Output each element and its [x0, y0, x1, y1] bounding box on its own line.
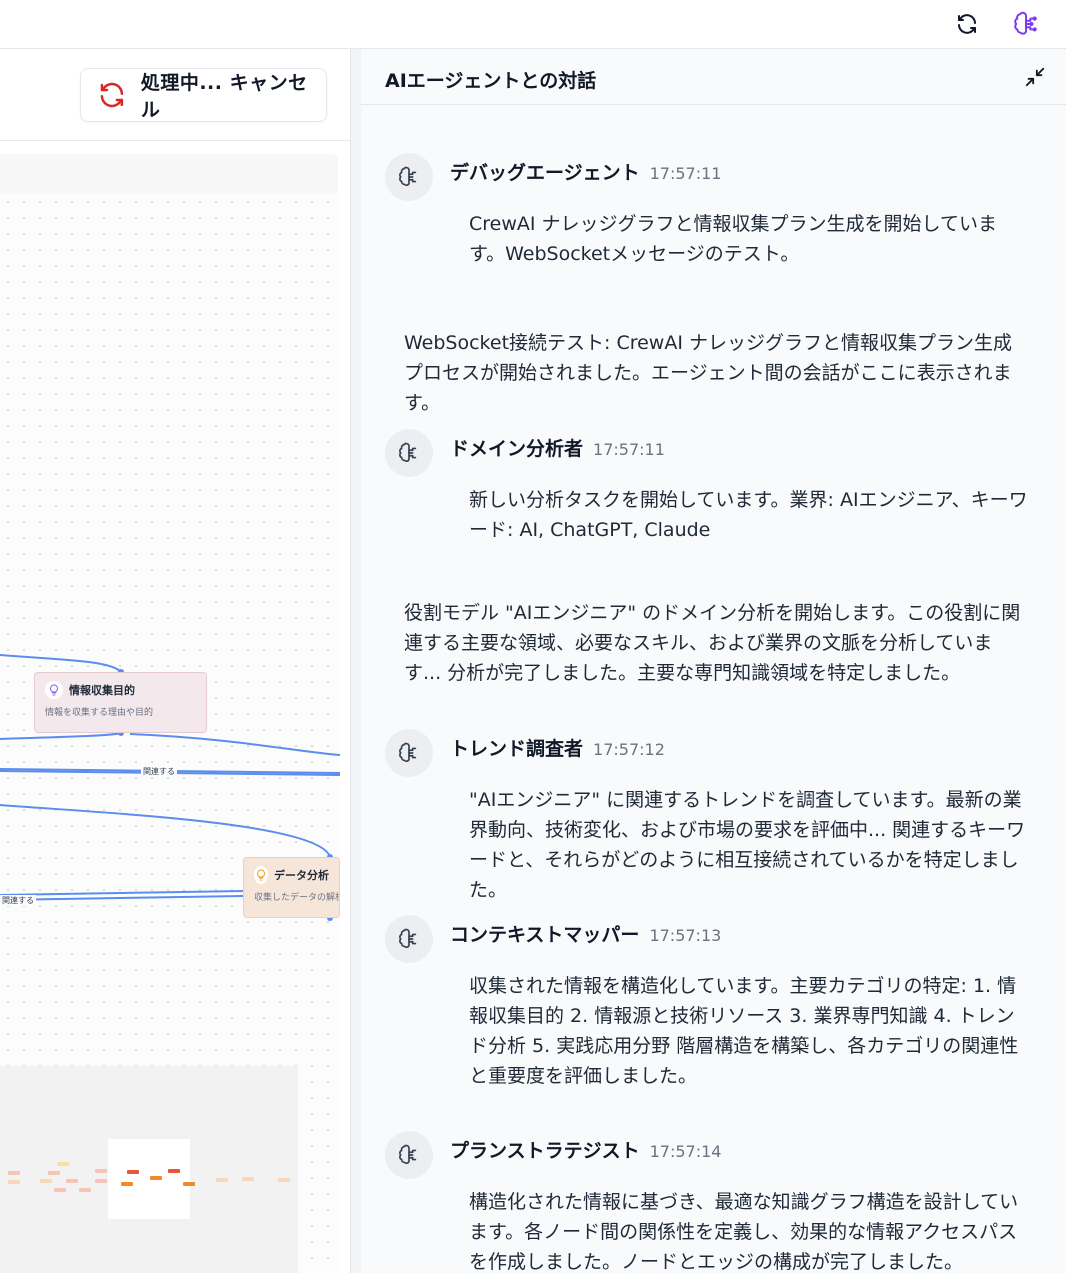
message-sender: トレンド調査者 — [450, 738, 584, 760]
graph-node-info-purpose[interactable]: 情報収集目的 情報を収集する理由や目的 — [34, 672, 207, 733]
minimap-node — [57, 1162, 69, 1166]
minimap-node — [79, 1188, 91, 1192]
message-sender: デバッグエージェント — [450, 162, 640, 184]
message-sender: ドメイン分析者 — [450, 438, 584, 460]
cancel-processing-button[interactable]: 処理中... キャンセル — [80, 68, 327, 122]
refresh-button[interactable] — [949, 6, 985, 42]
agent-avatar — [385, 729, 433, 777]
graph-panel-header: 処理中... キャンセル — [0, 49, 350, 141]
minimap-node — [95, 1169, 107, 1173]
message-text: 新しい分析タスクを開始しています。業界: AIエンジニア、キーワード: AI, … — [469, 489, 1028, 541]
minimap-node — [48, 1171, 60, 1175]
minimap-node — [150, 1176, 162, 1180]
minimize-icon — [1025, 67, 1045, 87]
minimap-node — [216, 1178, 228, 1182]
top-bar — [0, 0, 1066, 49]
lightbulb-icon — [45, 681, 63, 699]
system-message-text: WebSocket接続テスト: CrewAI ナレッジグラフと情報収集プラン生成… — [404, 332, 1012, 414]
cancel-processing-label: 処理中... キャンセル — [140, 72, 308, 121]
agent-avatar — [385, 153, 433, 201]
agent-avatar — [385, 915, 433, 963]
minimap-node — [168, 1169, 180, 1173]
agent-avatar — [385, 429, 433, 477]
panel-resize-handle[interactable] — [350, 49, 361, 1273]
minimap-node — [8, 1180, 20, 1184]
message-text: "AIエンジニア" に関連するトレンドを調査しています。最新の業界動向、技術変化… — [469, 789, 1026, 901]
agent-avatar — [385, 1131, 433, 1179]
graph-edge — [0, 890, 244, 896]
node-title: 情報収集目的 — [69, 684, 135, 697]
system-message-text: 役割モデル "AIエンジニア" のドメイン分析を開始します。この役割に関連する主… — [404, 602, 1021, 684]
minimap-node — [40, 1179, 52, 1183]
node-description: 情報を収集する理由や目的 — [45, 708, 154, 718]
graph-edge — [0, 895, 244, 901]
minimap-node — [183, 1182, 195, 1186]
minimap-node — [278, 1178, 290, 1182]
loading-spinner-icon — [100, 82, 124, 108]
chat-header: AIエージェントとの対話 — [361, 49, 1066, 105]
minimap-node — [66, 1179, 78, 1183]
agent-chat-toggle-button[interactable] — [1008, 6, 1044, 42]
graph-node-data-analysis[interactable]: データ分析 収集したデータの解析と — [243, 857, 340, 918]
refresh-icon — [958, 14, 976, 34]
message-sender: プランストラテジスト — [450, 1140, 640, 1162]
message-sender: コンテキストマッパー — [450, 924, 640, 946]
message-time: 17:57:13 — [649, 926, 722, 945]
brain-circuit-icon — [399, 928, 417, 949]
minimap-node — [54, 1188, 66, 1192]
graph-edge — [0, 732, 122, 740]
agent-chat-panel: AIエージェントとの対話 デバッグエージェント 17:57:11 CrewAI ナ… — [361, 49, 1066, 1273]
minimap-node — [121, 1182, 133, 1186]
message-time: 17:57:14 — [649, 1142, 722, 1161]
minimap-node — [127, 1170, 139, 1174]
graph-edge — [0, 654, 122, 673]
node-description: 収集したデータの解析と — [254, 893, 339, 903]
edge-label: 関連する — [141, 766, 177, 777]
minimap-viewport[interactable] — [108, 1139, 190, 1219]
graph-edge — [129, 733, 340, 756]
graph-canvas[interactable]: 関連する 関連する 情報収集目的 情報を収集する理由や目的 データ分析 収集した… — [0, 194, 340, 1273]
brain-circuit-icon — [399, 166, 417, 187]
collapse-chat-button[interactable] — [1021, 63, 1049, 91]
message-text: CrewAI ナレッジグラフと情報収集プラン生成を開始しています。WebSock… — [469, 213, 997, 265]
minimap-node — [8, 1171, 20, 1175]
graph-edge — [0, 804, 331, 858]
edge-label: 関連する — [0, 895, 36, 906]
brain-circuit-icon — [399, 442, 417, 463]
canvas-toolbar — [0, 154, 338, 194]
message-text: 収集された情報を構造化しています。主要カテゴリの特定: 1. 情報収集目的 2.… — [469, 975, 1019, 1087]
minimap-node — [242, 1177, 254, 1181]
message-time: 17:57:11 — [593, 440, 665, 459]
brain-circuit-icon — [1014, 11, 1037, 35]
lightbulb-icon — [254, 866, 268, 884]
brain-circuit-icon — [399, 742, 417, 763]
chat-title: AIエージェントとの対話 — [385, 70, 597, 92]
message-time: 17:57:12 — [593, 740, 665, 759]
message-text: 構造化された情報に基づき、最適な知識グラフ構造を設計しています。各ノード間の関係… — [469, 1191, 1019, 1273]
brain-circuit-icon — [399, 1144, 417, 1165]
message-time: 17:57:11 — [649, 164, 722, 183]
graph-panel: 処理中... キャンセル 関連する 関連する 情報収集目的 情報を収集する理由や… — [0, 49, 350, 1273]
graph-minimap[interactable] — [0, 1066, 298, 1273]
node-title: データ分析 — [274, 869, 329, 882]
minimap-node — [95, 1179, 107, 1183]
